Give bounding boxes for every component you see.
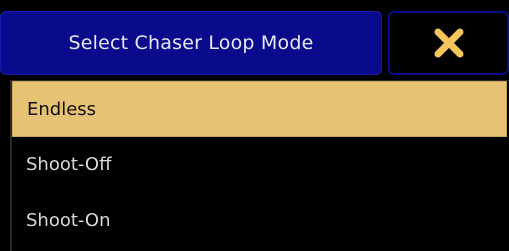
option-shoot-off[interactable]: Shoot-Off [12, 136, 507, 192]
dialog-title: Select Chaser Loop Mode [68, 32, 314, 54]
close-x-icon [432, 26, 466, 60]
option-label: Shoot-On [26, 209, 111, 231]
option-shoot-on[interactable]: Shoot-On [12, 192, 507, 248]
option-label: Shoot-Off [26, 153, 112, 175]
dialog-title-bar: Select Chaser Loop Mode [0, 11, 382, 75]
close-button[interactable] [388, 11, 509, 75]
option-label: Endless [27, 98, 97, 120]
option-endless[interactable]: Endless [12, 81, 507, 137]
loop-mode-list: Endless Shoot-Off Shoot-On [10, 80, 509, 251]
